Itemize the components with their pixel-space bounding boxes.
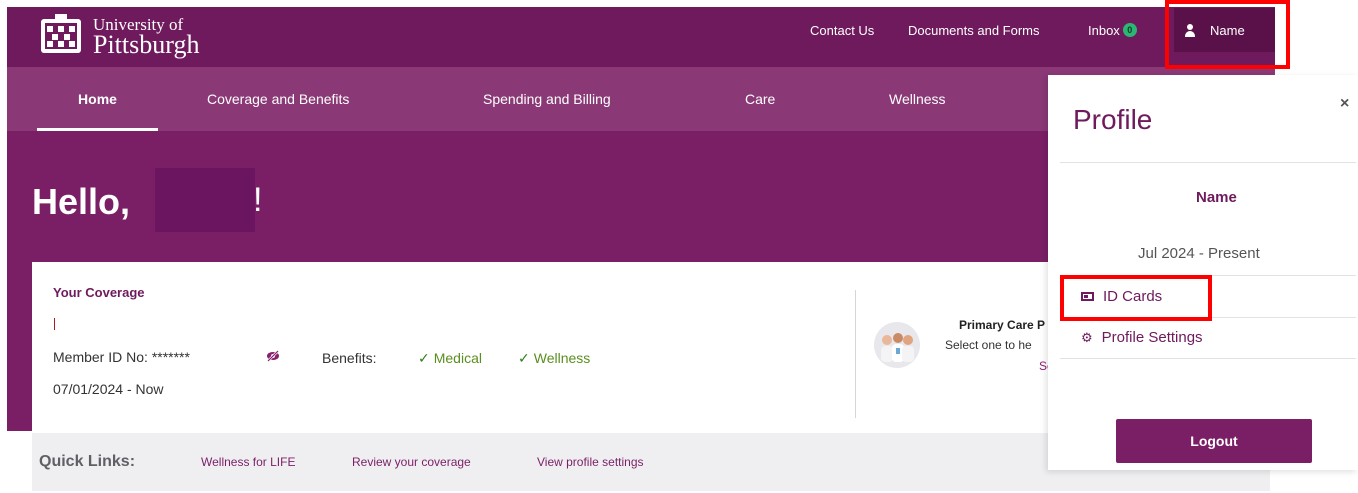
redacted-name [155, 168, 255, 232]
profile-name: Name [1196, 189, 1237, 206]
top-header: University of Pittsburgh [7, 7, 1275, 67]
nav-wellness[interactable]: Wellness [889, 67, 946, 131]
coverage-date-range: 07/01/2024 - Now [53, 381, 164, 397]
close-icon[interactable]: × [1340, 95, 1349, 113]
card-divider [855, 290, 856, 418]
logo-line2: Pittsburgh [93, 30, 200, 59]
contact-us-link[interactable]: Contact Us [810, 0, 874, 60]
check-icon: ✓ [418, 350, 430, 366]
quick-links-title: Quick Links: [39, 453, 136, 470]
logout-button[interactable]: Logout [1116, 419, 1312, 463]
nav-home[interactable]: Home [37, 67, 158, 131]
member-id-label: Member ID No: [53, 349, 148, 365]
benefit-medical-label: Medical [433, 350, 482, 366]
benefit-wellness-label: Wellness [533, 350, 591, 366]
divider [1060, 162, 1356, 163]
doctors-icon [874, 322, 920, 368]
benefits-label: Benefits: [322, 350, 377, 366]
highlight-id-cards [1060, 275, 1212, 321]
nav-coverage-benefits[interactable]: Coverage and Benefits [207, 67, 349, 131]
benefit-medical: ✓ Medical [418, 350, 482, 367]
greeting-exclaim: ! [253, 181, 263, 219]
coverage-title: Your Coverage [53, 285, 145, 300]
quick-link-wellness[interactable]: Wellness for LIFE [201, 455, 295, 469]
quick-link-profile-settings[interactable]: View profile settings [537, 455, 644, 469]
check-icon: ✓ [518, 350, 530, 366]
documents-forms-link[interactable]: Documents and Forms [908, 0, 1040, 60]
inbox-label: Inbox [1088, 22, 1120, 38]
nav-care[interactable]: Care [745, 67, 775, 131]
profile-settings-label: Profile Settings [1101, 329, 1203, 346]
greeting-text: Hello, [32, 181, 131, 222]
coverage-plan-marker [54, 318, 55, 330]
pcp-title: Primary Care P [959, 318, 1046, 332]
quick-link-review-coverage[interactable]: Review your coverage [352, 455, 471, 469]
divider [1060, 358, 1356, 359]
inbox-count-badge: 0 [1122, 23, 1137, 37]
inbox-link[interactable]: Inbox 0 [1088, 0, 1137, 60]
profile-settings-link[interactable]: ⚙ Profile Settings [1081, 329, 1203, 346]
benefit-wellness: ✓ Wellness [518, 350, 590, 367]
highlight-name-button [1165, 0, 1290, 69]
university-logo[interactable]: University of Pittsburgh [37, 7, 199, 67]
pcp-subtitle: Select one to he [945, 338, 1032, 352]
crest-icon [41, 14, 81, 53]
eye-off-icon[interactable] [266, 350, 280, 362]
member-id: Member ID No: ******* [53, 349, 190, 365]
profile-date-range: Jul 2024 - Present [1138, 245, 1260, 262]
nav-spending-billing[interactable]: Spending and Billing [483, 67, 611, 131]
gear-icon: ⚙ [1081, 329, 1093, 345]
member-id-value: ******* [151, 349, 190, 365]
profile-title: Profile [1073, 104, 1153, 135]
